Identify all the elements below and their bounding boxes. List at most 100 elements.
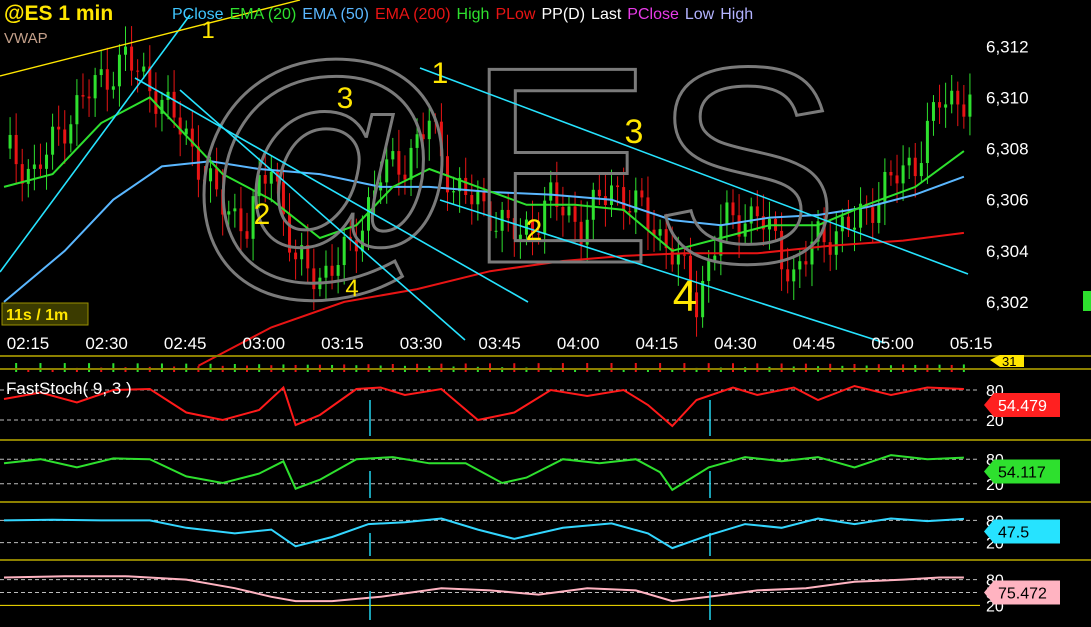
volume-bar <box>489 363 491 372</box>
wave-label: 4 <box>673 272 697 321</box>
volume-bar <box>464 363 467 372</box>
legend-entry-0: PClose <box>172 6 224 23</box>
volume-bar <box>707 363 710 372</box>
volume-bar <box>804 363 807 372</box>
volume-bar <box>440 363 443 372</box>
volume-bar <box>209 363 212 372</box>
candle-body <box>32 164 36 169</box>
wave-label: 4 <box>345 275 358 302</box>
volume-bar <box>136 363 139 372</box>
value-tag-label: 47.5 <box>998 525 1029 542</box>
volume-bar <box>15 363 18 372</box>
legend-entry-6: PP(D) <box>541 6 586 23</box>
volume-bar <box>537 363 540 372</box>
time-tick-label: 03:30 <box>400 334 443 353</box>
time-tick-label: 02:45 <box>164 334 207 353</box>
candle-body <box>956 90 960 105</box>
legend-entry-2: EMA (50) <box>302 6 369 23</box>
legend-entry-9: Low <box>684 6 715 23</box>
volume-bar <box>112 363 115 372</box>
candle-body <box>57 126 61 130</box>
candle-body <box>950 90 954 105</box>
time-tick-label: 03:00 <box>243 334 286 353</box>
candle-body <box>136 70 140 72</box>
time-tick-label: 04:15 <box>636 334 679 353</box>
candle-body <box>919 163 923 177</box>
wave-label: 3 <box>625 113 644 151</box>
time-tick-label: 05:00 <box>871 334 914 353</box>
candle-body <box>99 69 103 76</box>
candle-body <box>75 95 79 125</box>
candle-body <box>69 124 73 144</box>
price-tick-label: 6,308 <box>986 140 1029 159</box>
candle-body <box>913 157 917 177</box>
time-tick-label: 04:30 <box>714 334 757 353</box>
candle-body <box>901 165 905 184</box>
time-tick-label: 04:45 <box>793 334 836 353</box>
indicator-legend: PClose EMA (20) EMA (50) EMA (200) High PLow P… <box>172 6 759 24</box>
candle-body <box>117 54 121 87</box>
time-tick-label: 02:15 <box>7 334 50 353</box>
legend-entry-3: EMA (200) <box>374 6 451 23</box>
candle-body <box>63 129 67 144</box>
candle-body <box>8 134 12 149</box>
candle-body <box>81 95 85 97</box>
candle-body <box>938 102 942 108</box>
volume-bar <box>185 363 188 372</box>
time-tick-label: 05:15 <box>950 334 993 353</box>
time-tick-label: 03:15 <box>321 334 364 353</box>
volume-bar <box>634 363 637 372</box>
candle-body <box>38 164 42 169</box>
time-tick-label: 02:30 <box>85 334 128 353</box>
volume-bar <box>732 363 734 372</box>
volume-bar <box>513 363 516 372</box>
time-tick-label: 03:45 <box>478 334 521 353</box>
candle-body <box>846 216 850 230</box>
price-tick-label: 6,304 <box>986 242 1029 261</box>
symbol-title: @ES 1 min <box>4 2 114 25</box>
volume-bar <box>39 363 42 372</box>
last-price-marker <box>1083 291 1091 311</box>
candle-body <box>51 126 55 155</box>
wave-label: 2 <box>526 214 543 247</box>
candle-body <box>105 69 109 90</box>
volume-bar <box>63 363 66 372</box>
candle-body <box>962 104 966 117</box>
volume-bar <box>391 363 394 372</box>
candle-body <box>889 171 893 176</box>
volume-bar <box>780 363 783 372</box>
legend-entry-5: PLow <box>495 6 536 23</box>
price-tick-label: 6,302 <box>986 293 1029 312</box>
vwap-label: VWAP <box>4 30 48 47</box>
candle-body <box>944 104 948 108</box>
legend-entry-7: Last <box>591 6 622 23</box>
time-tick-label: 04:00 <box>557 334 600 353</box>
candle-body <box>968 94 972 117</box>
candle-body <box>142 66 146 72</box>
value-tag-label: 75.472 <box>998 586 1047 603</box>
legend-entry-10: High <box>720 6 754 23</box>
volume-bar <box>586 363 589 372</box>
wave-label: 3 <box>337 82 354 115</box>
price-tick-label: 6,310 <box>986 88 1029 107</box>
price-tick-label: 6,306 <box>986 191 1029 210</box>
volume-bar <box>853 363 856 372</box>
volume-bar <box>683 363 686 372</box>
volume-bar <box>88 363 91 372</box>
volume-bar <box>756 363 759 372</box>
candle-body <box>124 46 127 55</box>
stoch-title: FastStoch( 9, 3 ) <box>6 379 132 398</box>
candle-body <box>172 91 176 118</box>
candle-body <box>111 86 115 90</box>
legend-entry-4: High <box>456 6 490 23</box>
candle-body <box>931 102 935 121</box>
value-tag-label: 54.117 <box>998 465 1046 482</box>
candle-body <box>93 75 97 99</box>
candle-body <box>871 207 875 223</box>
legend-entry-1: EMA (20) <box>229 6 297 23</box>
candle-body <box>853 227 856 230</box>
volume-bar <box>160 363 163 372</box>
price-chart[interactable]: @ES 123412346,3126,3106,3086,3066,3046,3… <box>0 0 1091 627</box>
volume-tag-value: 31 <box>1002 354 1016 369</box>
candle-body <box>907 157 911 166</box>
